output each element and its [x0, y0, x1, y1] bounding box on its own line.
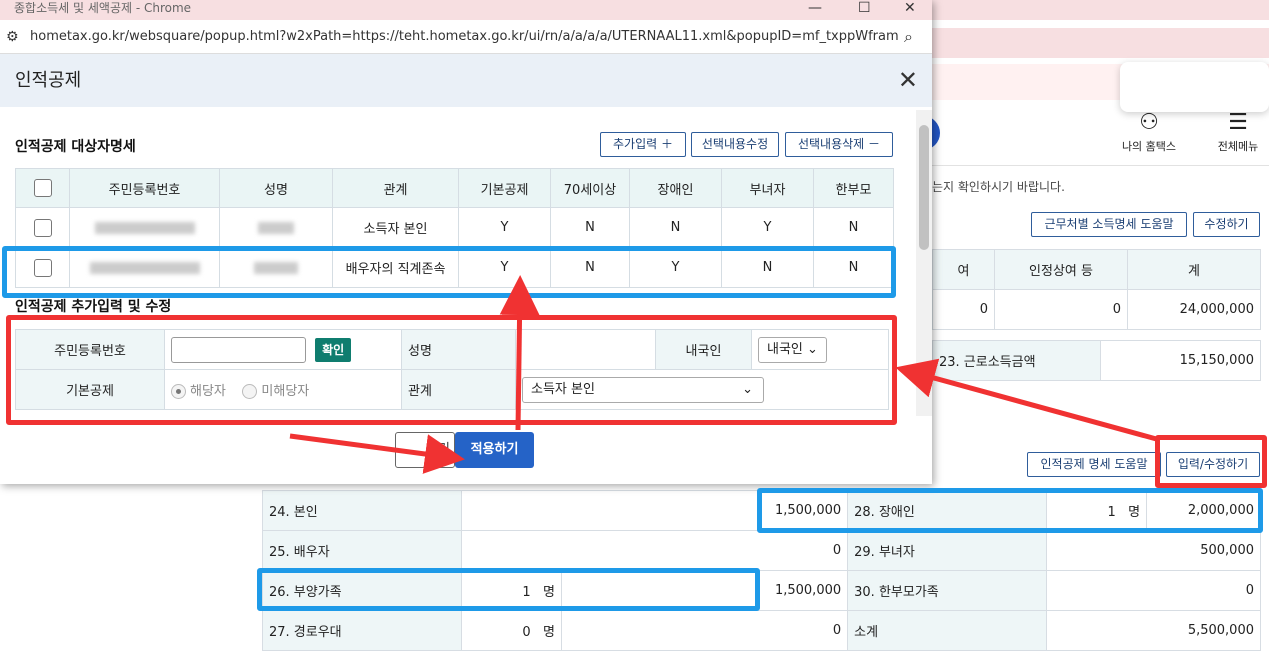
arrow-to-apply [289, 433, 465, 474]
arrow-to-row [499, 275, 540, 431]
arrow-to-form [895, 358, 1161, 443]
annotation-arrows [289, 275, 1161, 474]
